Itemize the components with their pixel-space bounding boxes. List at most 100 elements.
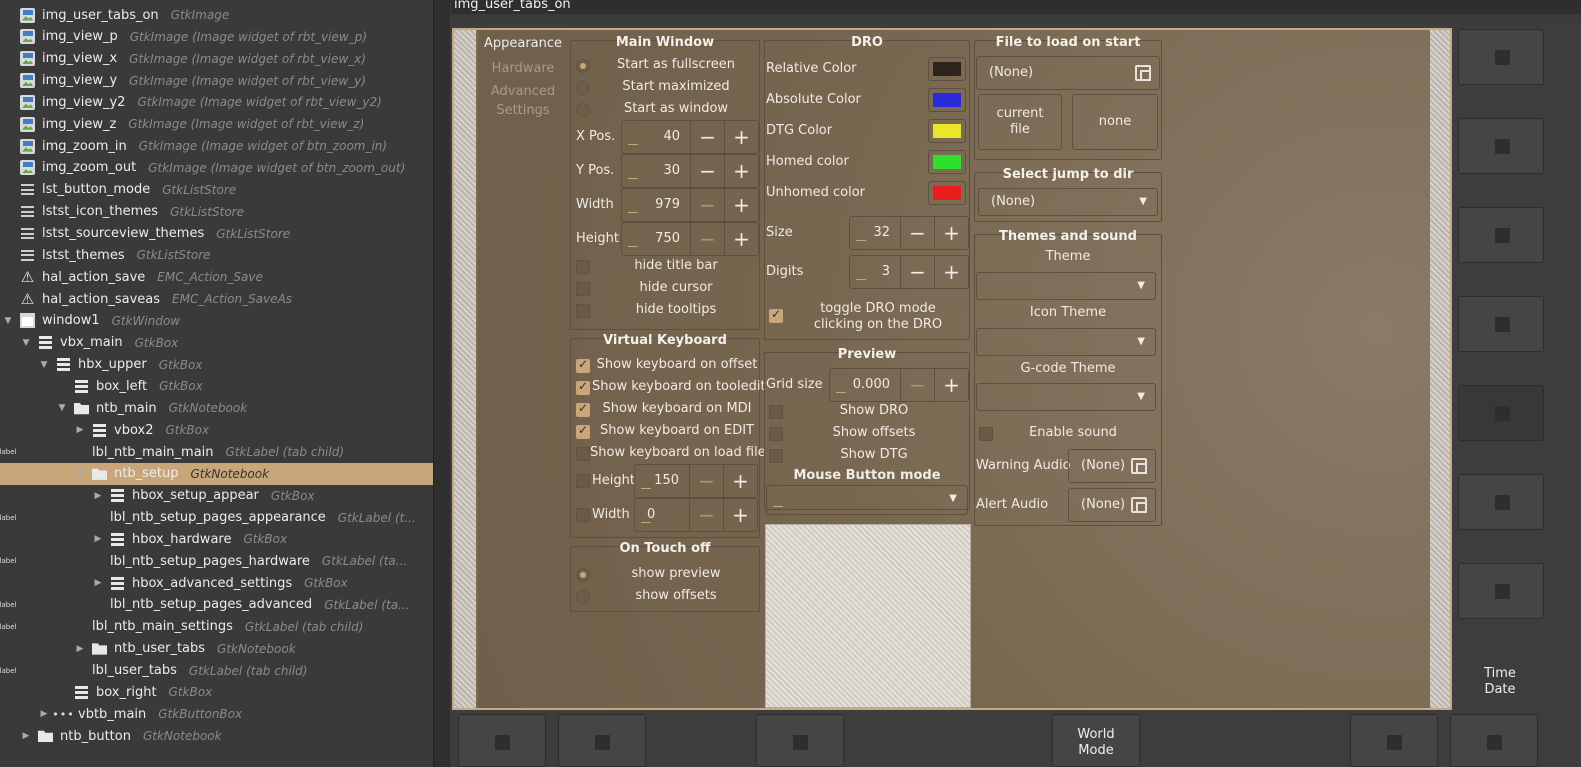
bottom-placeholder-button[interactable]: [1350, 714, 1438, 767]
tree-row[interactable]: img_zoom_in GtkImage (Image widget of btn…: [0, 135, 433, 157]
kb-height-spin[interactable]: 150− +: [634, 464, 758, 498]
dro-size-spin[interactable]: 32− +: [849, 216, 969, 250]
plus-icon[interactable]: +: [934, 369, 968, 401]
kb-offset-checkbox[interactable]: [576, 357, 590, 373]
dro-size-value[interactable]: 32: [850, 217, 900, 249]
expander-closed-icon[interactable]: ▶: [92, 490, 104, 502]
plus-icon[interactable]: +: [723, 499, 757, 531]
ypos-spin[interactable]: 30− +: [621, 154, 759, 188]
unhomed-color-button[interactable]: [928, 181, 966, 205]
tree-row[interactable]: label lbl_ntb_main_main GtkLabel (tab chil…: [0, 441, 433, 463]
kb-width-checkbox[interactable]: [576, 508, 590, 522]
pane-separator[interactable]: [433, 0, 450, 767]
bottom-placeholder-button[interactable]: [558, 714, 646, 767]
show-dtg-checkbox[interactable]: [769, 449, 783, 463]
show-offsets-radio[interactable]: [576, 590, 590, 604]
plus-icon[interactable]: +: [724, 189, 758, 221]
show-offsets-checkbox[interactable]: [769, 427, 783, 441]
tree-row[interactable]: img_view_y GtkImage (Image widget of rbt_…: [0, 70, 433, 92]
expander-closed-icon[interactable]: ▶: [38, 708, 50, 720]
dro-digits-value[interactable]: 3: [850, 256, 900, 288]
bottom-placeholder-button[interactable]: [458, 714, 546, 767]
tree-row[interactable]: ▶ hbox_advanced_settings GtkBox: [0, 572, 433, 594]
expander-closed-icon[interactable]: ▶: [92, 577, 104, 589]
width-value[interactable]: 979: [622, 189, 690, 221]
tree-row[interactable]: img_user_tabs_on GtkImage: [0, 4, 433, 26]
width-spin[interactable]: 979− +: [621, 188, 759, 222]
tree-row[interactable]: img_zoom_out GtkImage (Image widget of bt…: [0, 157, 433, 179]
tree-row[interactable]: ▶ hbox_setup_appear GtkBox: [0, 485, 433, 507]
tree-row[interactable]: img_view_z GtkImage (Image widget of rbt_…: [0, 113, 433, 135]
tree-row[interactable]: lstst_icon_themes GtkListStore: [0, 201, 433, 223]
tree-row[interactable]: ▼ window1 GtkWindow: [0, 310, 433, 332]
tree-row[interactable]: box_right GtkBox: [0, 681, 433, 703]
right-placeholder-button[interactable]: [1458, 385, 1544, 441]
warning-audio-chooser[interactable]: (None): [1068, 449, 1156, 483]
tree-row[interactable]: ⚠ hal_action_save EMC_Action_Save: [0, 266, 433, 288]
tree-row[interactable]: label lbl_ntb_setup_pages_hardware GtkLabe…: [0, 550, 433, 572]
plus-icon[interactable]: +: [724, 121, 758, 153]
alert-audio-chooser[interactable]: (None): [1068, 488, 1156, 522]
tree-row[interactable]: box_left GtkBox: [0, 375, 433, 397]
toggle-dro-checkbox[interactable]: [769, 307, 783, 323]
kb-height-checkbox[interactable]: [576, 474, 590, 488]
kb-loadfile-checkbox[interactable]: [576, 447, 590, 461]
tree-row[interactable]: ▼ ntb_main GtkNotebook: [0, 397, 433, 419]
minus-icon[interactable]: −: [900, 369, 934, 401]
tree-row[interactable]: ▶ ntb_user_tabs GtkNotebook: [0, 638, 433, 660]
mouse-mode-dropdown[interactable]: ▼: [766, 485, 968, 515]
plus-icon[interactable]: +: [724, 155, 758, 187]
dro-digits-spin[interactable]: 3− +: [849, 255, 969, 289]
maximized-radio[interactable]: [576, 81, 590, 95]
kb-tooledit-checkbox[interactable]: [576, 379, 590, 395]
tree-row[interactable]: label lbl_ntb_setup_pages_advanced GtkLabe…: [0, 594, 433, 616]
hide-tooltips-checkbox[interactable]: [576, 304, 590, 318]
none-button[interactable]: none: [1072, 94, 1158, 150]
expander-open-icon[interactable]: ▼: [2, 315, 14, 327]
jump-dir-dropdown[interactable]: (None) ▼: [978, 188, 1158, 216]
enable-sound-checkbox[interactable]: [979, 427, 993, 441]
fullscreen-radio[interactable]: [576, 59, 590, 73]
tree-row[interactable]: ▶ ••• vbtb_main GtkButtonBox: [0, 703, 433, 725]
tab-advanced-settings[interactable]: Advanced Settings: [478, 82, 568, 120]
hide-cursor-checkbox[interactable]: [576, 282, 590, 296]
bottom-placeholder-button[interactable]: [756, 714, 844, 767]
expander-open-icon[interactable]: ▼: [38, 359, 50, 371]
tree-row[interactable]: img_view_x GtkImage (Image widget of rbt_…: [0, 48, 433, 70]
tree-row[interactable]: ▶ hbox_hardware GtkBox: [0, 528, 433, 550]
minus-icon[interactable]: −: [690, 223, 724, 255]
kb-height-value[interactable]: 150: [635, 465, 689, 497]
minus-icon[interactable]: −: [900, 217, 934, 249]
bottom-placeholder-button[interactable]: [1450, 714, 1538, 767]
tree-row[interactable]: label lbl_ntb_setup_pages_appearance GtkLa…: [0, 507, 433, 529]
show-dro-checkbox[interactable]: [769, 405, 783, 419]
tree-row[interactable]: img_view_y2 GtkImage (Image widget of rbt…: [0, 91, 433, 113]
tree-row[interactable]: ▼ hbx_upper GtkBox: [0, 354, 433, 376]
expander-closed-icon[interactable]: ▶: [74, 424, 86, 436]
world-mode-button[interactable]: World Mode: [1052, 714, 1140, 767]
gcode-theme-dropdown[interactable]: ▼: [976, 383, 1156, 411]
dtg-color-button[interactable]: [928, 119, 966, 143]
grid-size-value[interactable]: 0.000: [830, 369, 900, 401]
right-placeholder-button[interactable]: [1458, 29, 1544, 85]
minus-icon[interactable]: −: [689, 499, 723, 531]
xpos-spin[interactable]: 40− +: [621, 120, 759, 154]
kb-mdi-checkbox[interactable]: [576, 401, 590, 417]
window-radio[interactable]: [576, 103, 590, 117]
expander-open-icon[interactable]: ▼: [74, 468, 86, 480]
tree-row[interactable]: lst_button_mode GtkListStore: [0, 179, 433, 201]
plus-icon[interactable]: +: [724, 223, 758, 255]
expander-closed-icon[interactable]: ▶: [20, 730, 32, 742]
right-placeholder-button[interactable]: [1458, 296, 1544, 352]
current-file-button[interactable]: current file: [978, 94, 1062, 150]
height-value[interactable]: 750: [622, 223, 690, 255]
minus-icon[interactable]: −: [900, 256, 934, 288]
tab-hardware[interactable]: Hardware: [478, 59, 568, 78]
right-placeholder-button[interactable]: [1458, 563, 1544, 619]
file-load-chooser[interactable]: (None): [976, 56, 1160, 90]
tree-row[interactable]: label lbl_ntb_main_settings GtkLabel (tab …: [0, 616, 433, 638]
hide-title-checkbox[interactable]: [576, 260, 590, 274]
expander-open-icon[interactable]: ▼: [56, 402, 68, 414]
tree-row[interactable]: ▶ ntb_button GtkNotebook: [0, 725, 433, 747]
relative-color-button[interactable]: [928, 57, 966, 81]
